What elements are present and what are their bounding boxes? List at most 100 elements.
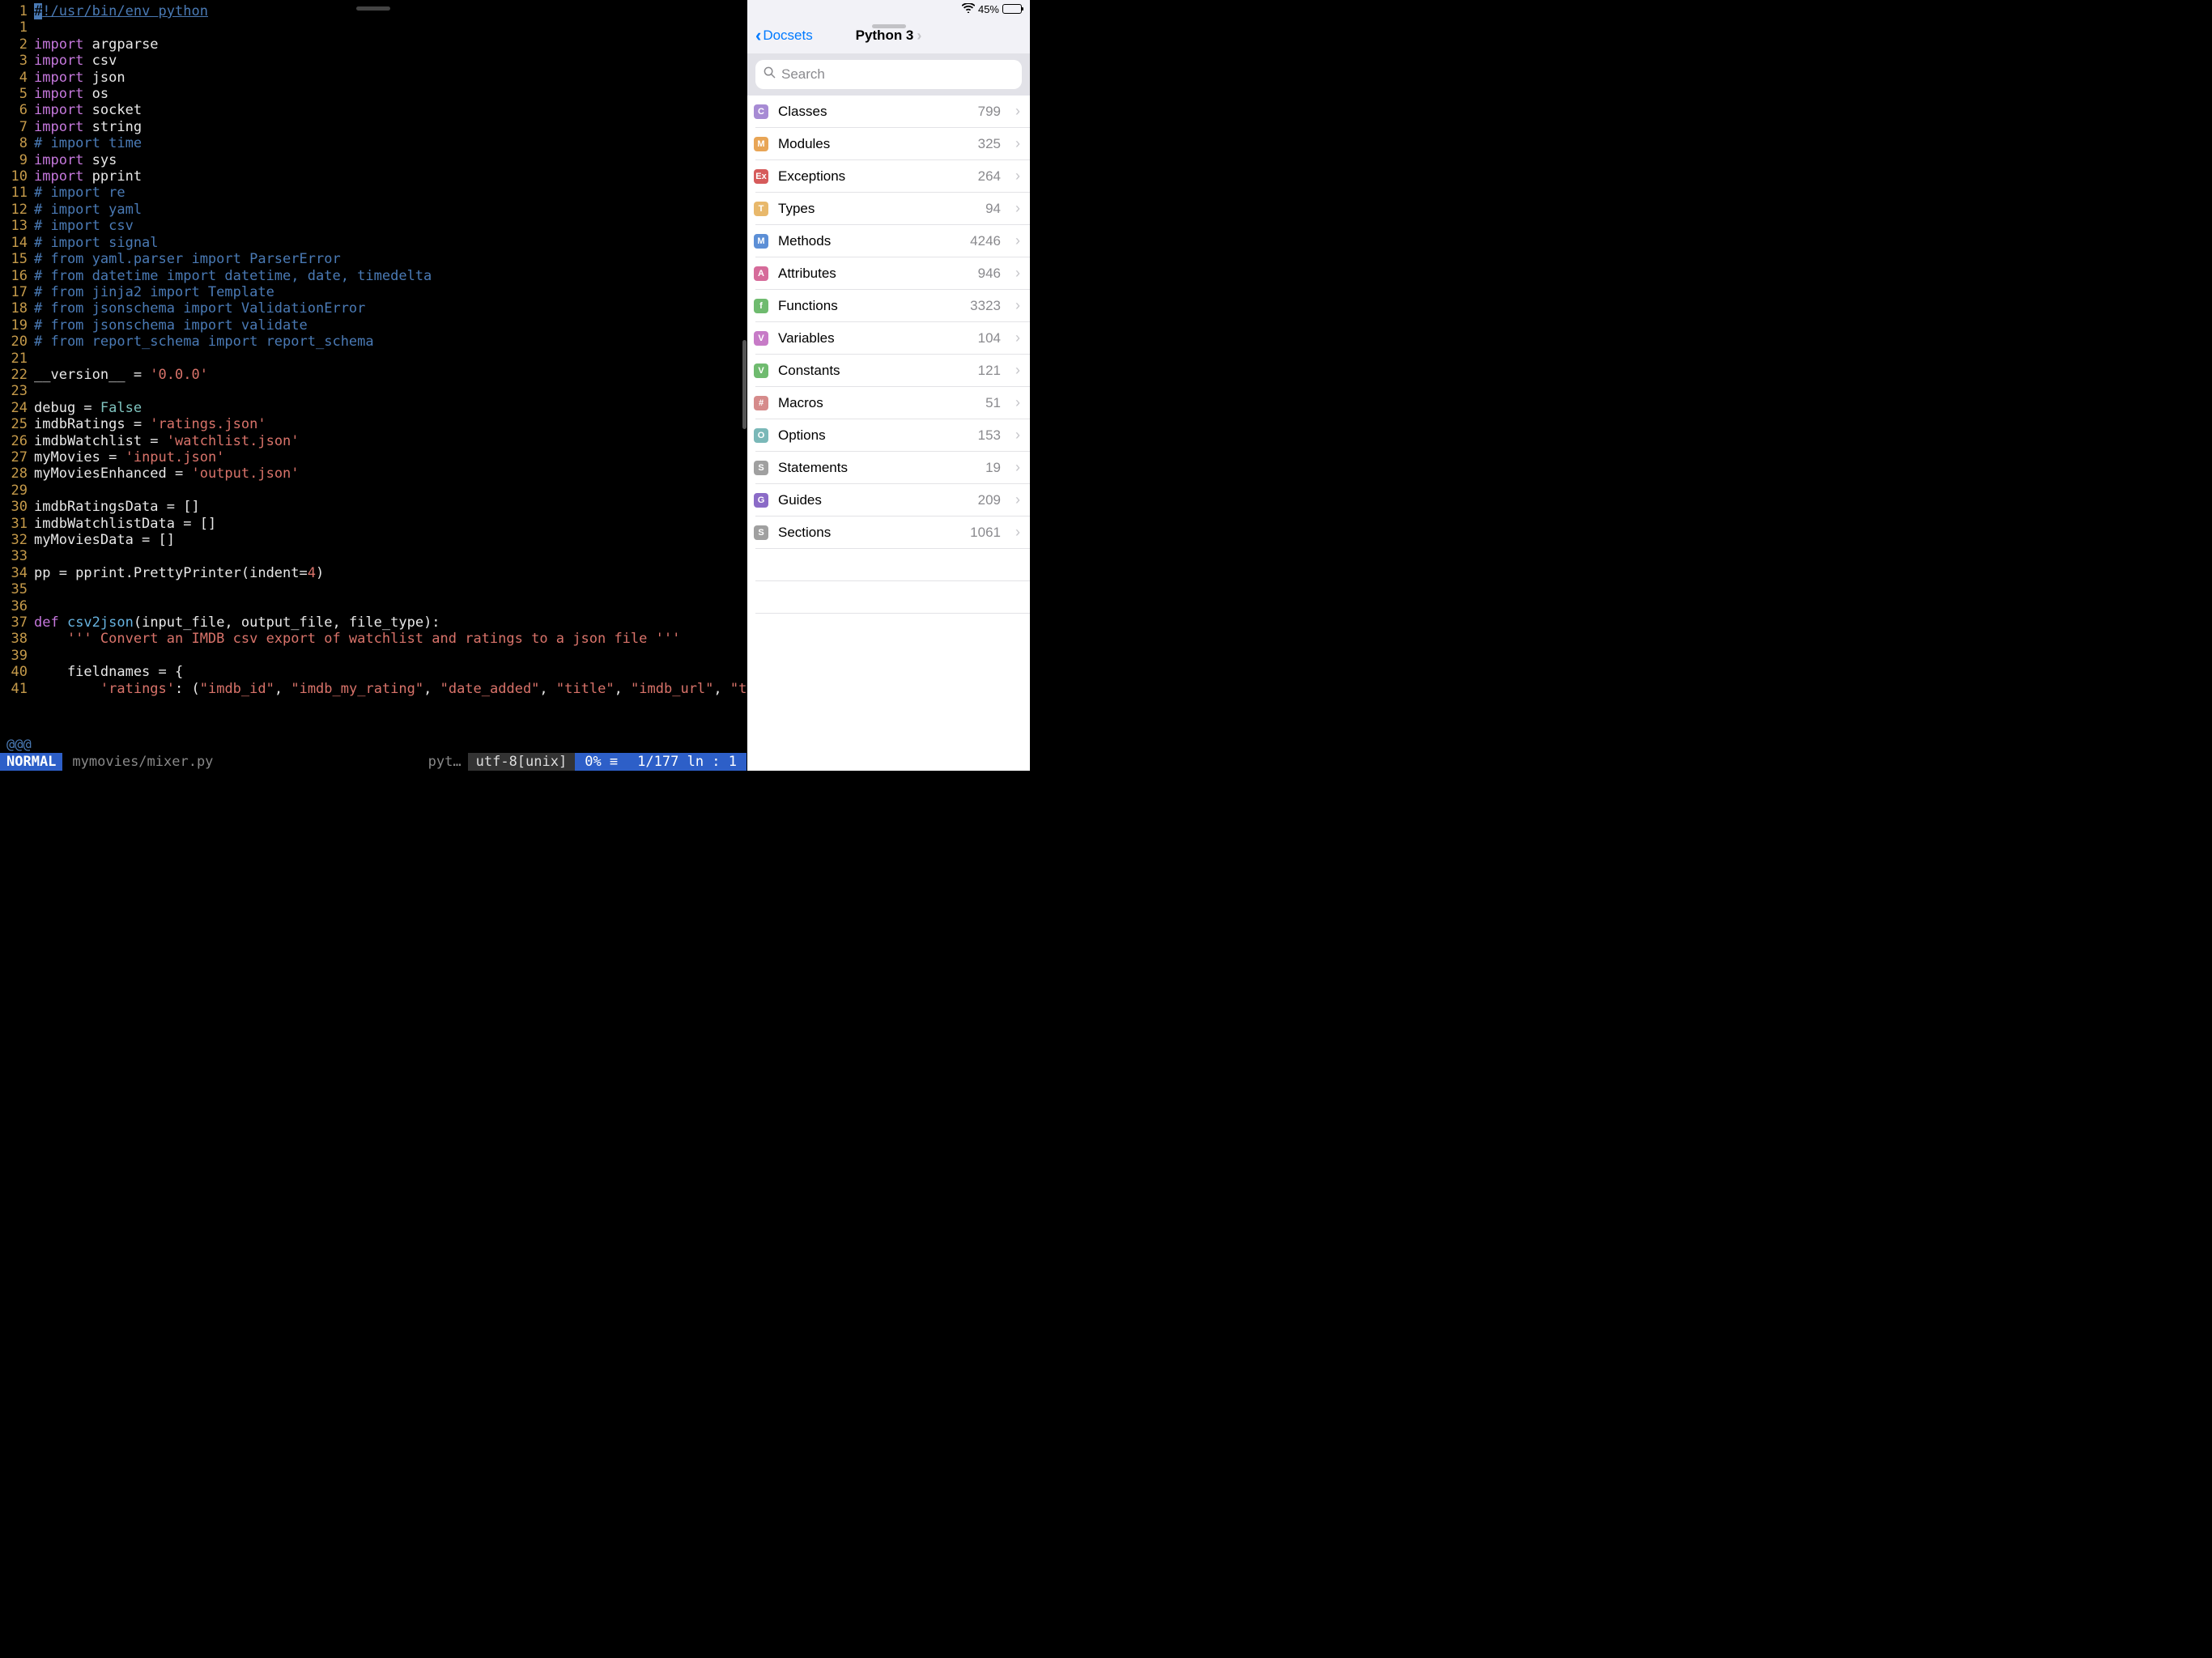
docset-category-row[interactable]: VVariables104› <box>755 322 1030 355</box>
chevron-right-icon: › <box>1015 200 1020 217</box>
code-line[interactable]: 41 'ratings': ("imdb_id", "imdb_my_ratin… <box>0 681 747 697</box>
code-line[interactable]: 18# from jsonschema import ValidationErr… <box>0 300 747 317</box>
category-label: Macros <box>778 395 976 411</box>
code-line[interactable]: 31imdbWatchlistData = [] <box>0 516 747 532</box>
code-line[interactable]: 30imdbRatingsData = [] <box>0 499 747 515</box>
code-line[interactable]: 4import json <box>0 70 747 86</box>
category-label: Guides <box>778 492 968 508</box>
line-number: 13 <box>0 218 34 234</box>
code-line[interactable]: 3import csv <box>0 53 747 69</box>
code-text <box>34 548 747 564</box>
code-text: # import signal <box>34 235 747 251</box>
line-number: 38 <box>0 631 34 647</box>
code-line[interactable]: 32myMoviesData = [] <box>0 532 747 548</box>
code-line[interactable]: 27myMovies = 'input.json' <box>0 449 747 466</box>
code-text: # from jsonschema import validate <box>34 317 747 334</box>
code-line[interactable]: 2import argparse <box>0 36 747 53</box>
code-line[interactable]: 38 ''' Convert an IMDB csv export of wat… <box>0 631 747 647</box>
code-line[interactable]: 26imdbWatchlist = 'watchlist.json' <box>0 433 747 449</box>
docset-category-row[interactable]: TTypes94› <box>755 193 1030 225</box>
docset-category-row[interactable]: AAttributes946› <box>755 257 1030 290</box>
code-text: imdbRatings = 'ratings.json' <box>34 416 747 432</box>
line-number: 40 <box>0 664 34 680</box>
code-line[interactable]: 19# from jsonschema import validate <box>0 317 747 334</box>
filetype-indicator: pyt… <box>422 753 468 771</box>
list-separator <box>755 549 1030 581</box>
line-number: 8 <box>0 135 34 151</box>
code-line[interactable]: 13# import csv <box>0 218 747 234</box>
code-text: debug = False <box>34 400 747 416</box>
chevron-right-icon: › <box>1015 362 1020 379</box>
docset-category-row[interactable]: #Macros51› <box>755 387 1030 419</box>
chevron-right-icon: › <box>1015 459 1020 476</box>
code-line[interactable]: 6import socket <box>0 102 747 118</box>
docset-category-row[interactable]: SStatements19› <box>755 452 1030 484</box>
code-line[interactable]: 28myMoviesEnhanced = 'output.json' <box>0 466 747 482</box>
code-line[interactable]: 1 <box>0 19 747 36</box>
category-label: Modules <box>778 136 968 152</box>
docset-category-list[interactable]: CClasses799›MModules325›ExExceptions264›… <box>747 96 1030 771</box>
docset-category-row[interactable]: CClasses799› <box>755 96 1030 128</box>
search-bar <box>747 53 1030 96</box>
code-text: # from jsonschema import ValidationError <box>34 300 747 317</box>
category-badge-icon: f <box>754 299 768 313</box>
code-line[interactable]: 35 <box>0 581 747 597</box>
line-number: 20 <box>0 334 34 350</box>
ios-status-bar: 45% <box>747 0 1030 18</box>
code-line[interactable]: 5import os <box>0 86 747 102</box>
code-line[interactable]: 22__version__ = '0.0.0' <box>0 367 747 383</box>
code-line[interactable]: 23 <box>0 383 747 399</box>
code-text: # import re <box>34 185 747 201</box>
category-badge-icon: C <box>754 104 768 119</box>
line-number: 10 <box>0 168 34 185</box>
category-label: Options <box>778 427 968 444</box>
docset-category-row[interactable]: MModules325› <box>755 128 1030 160</box>
code-line[interactable]: 20# from report_schema import report_sch… <box>0 334 747 350</box>
line-number: 26 <box>0 433 34 449</box>
code-text: myMoviesData = [] <box>34 532 747 548</box>
code-line[interactable]: 15# from yaml.parser import ParserError <box>0 251 747 267</box>
nav-title[interactable]: Python 3 › <box>856 28 922 45</box>
search-input[interactable] <box>755 60 1022 89</box>
code-line[interactable]: 11# import re <box>0 185 747 201</box>
code-line[interactable]: 10import pprint <box>0 168 747 185</box>
docset-category-row[interactable]: SSections1061› <box>755 517 1030 549</box>
code-text: myMovies = 'input.json' <box>34 449 747 466</box>
category-badge-icon: A <box>754 266 768 281</box>
docset-category-row[interactable]: GGuides209› <box>755 484 1030 517</box>
code-line[interactable]: 33 <box>0 548 747 564</box>
code-area[interactable]: 1#!/usr/bin/env python12import argparse3… <box>0 0 747 737</box>
code-line[interactable]: 7import string <box>0 119 747 135</box>
docset-category-row[interactable]: fFunctions3323› <box>755 290 1030 322</box>
code-line[interactable]: 36 <box>0 598 747 614</box>
code-line[interactable]: 9import sys <box>0 152 747 168</box>
code-line[interactable]: 16# from datetime import datetime, date,… <box>0 268 747 284</box>
line-number: 19 <box>0 317 34 334</box>
code-line[interactable]: 29 <box>0 483 747 499</box>
code-line[interactable]: 34pp = pprint.PrettyPrinter(indent=4) <box>0 565 747 581</box>
code-line[interactable]: 17# from jinja2 import Template <box>0 284 747 300</box>
docset-category-row[interactable]: VConstants121› <box>755 355 1030 387</box>
code-line[interactable]: 24debug = False <box>0 400 747 416</box>
docset-category-row[interactable]: MMethods4246› <box>755 225 1030 257</box>
code-line[interactable]: 25imdbRatings = 'ratings.json' <box>0 416 747 432</box>
code-line[interactable]: 12# import yaml <box>0 202 747 218</box>
docset-category-row[interactable]: OOptions153› <box>755 419 1030 452</box>
code-line[interactable]: 40 fieldnames = { <box>0 664 747 680</box>
fold-marker: @@@ <box>0 737 747 753</box>
line-number: 16 <box>0 268 34 284</box>
code-line[interactable]: 37def csv2json(input_file, output_file, … <box>0 614 747 631</box>
category-count: 94 <box>985 201 1001 217</box>
docset-category-row[interactable]: ExExceptions264› <box>755 160 1030 193</box>
back-button[interactable]: ‹ Docsets <box>755 25 813 46</box>
line-number: 17 <box>0 284 34 300</box>
code-line[interactable]: 39 <box>0 648 747 664</box>
code-text: import csv <box>34 53 747 69</box>
scrollbar-thumb[interactable] <box>742 340 747 429</box>
code-line[interactable]: 8# import time <box>0 135 747 151</box>
slideover-handle-icon[interactable] <box>356 6 390 11</box>
code-line[interactable]: 14# import signal <box>0 235 747 251</box>
code-line[interactable]: 21 <box>0 351 747 367</box>
category-count: 799 <box>978 104 1001 120</box>
line-number: 28 <box>0 466 34 482</box>
